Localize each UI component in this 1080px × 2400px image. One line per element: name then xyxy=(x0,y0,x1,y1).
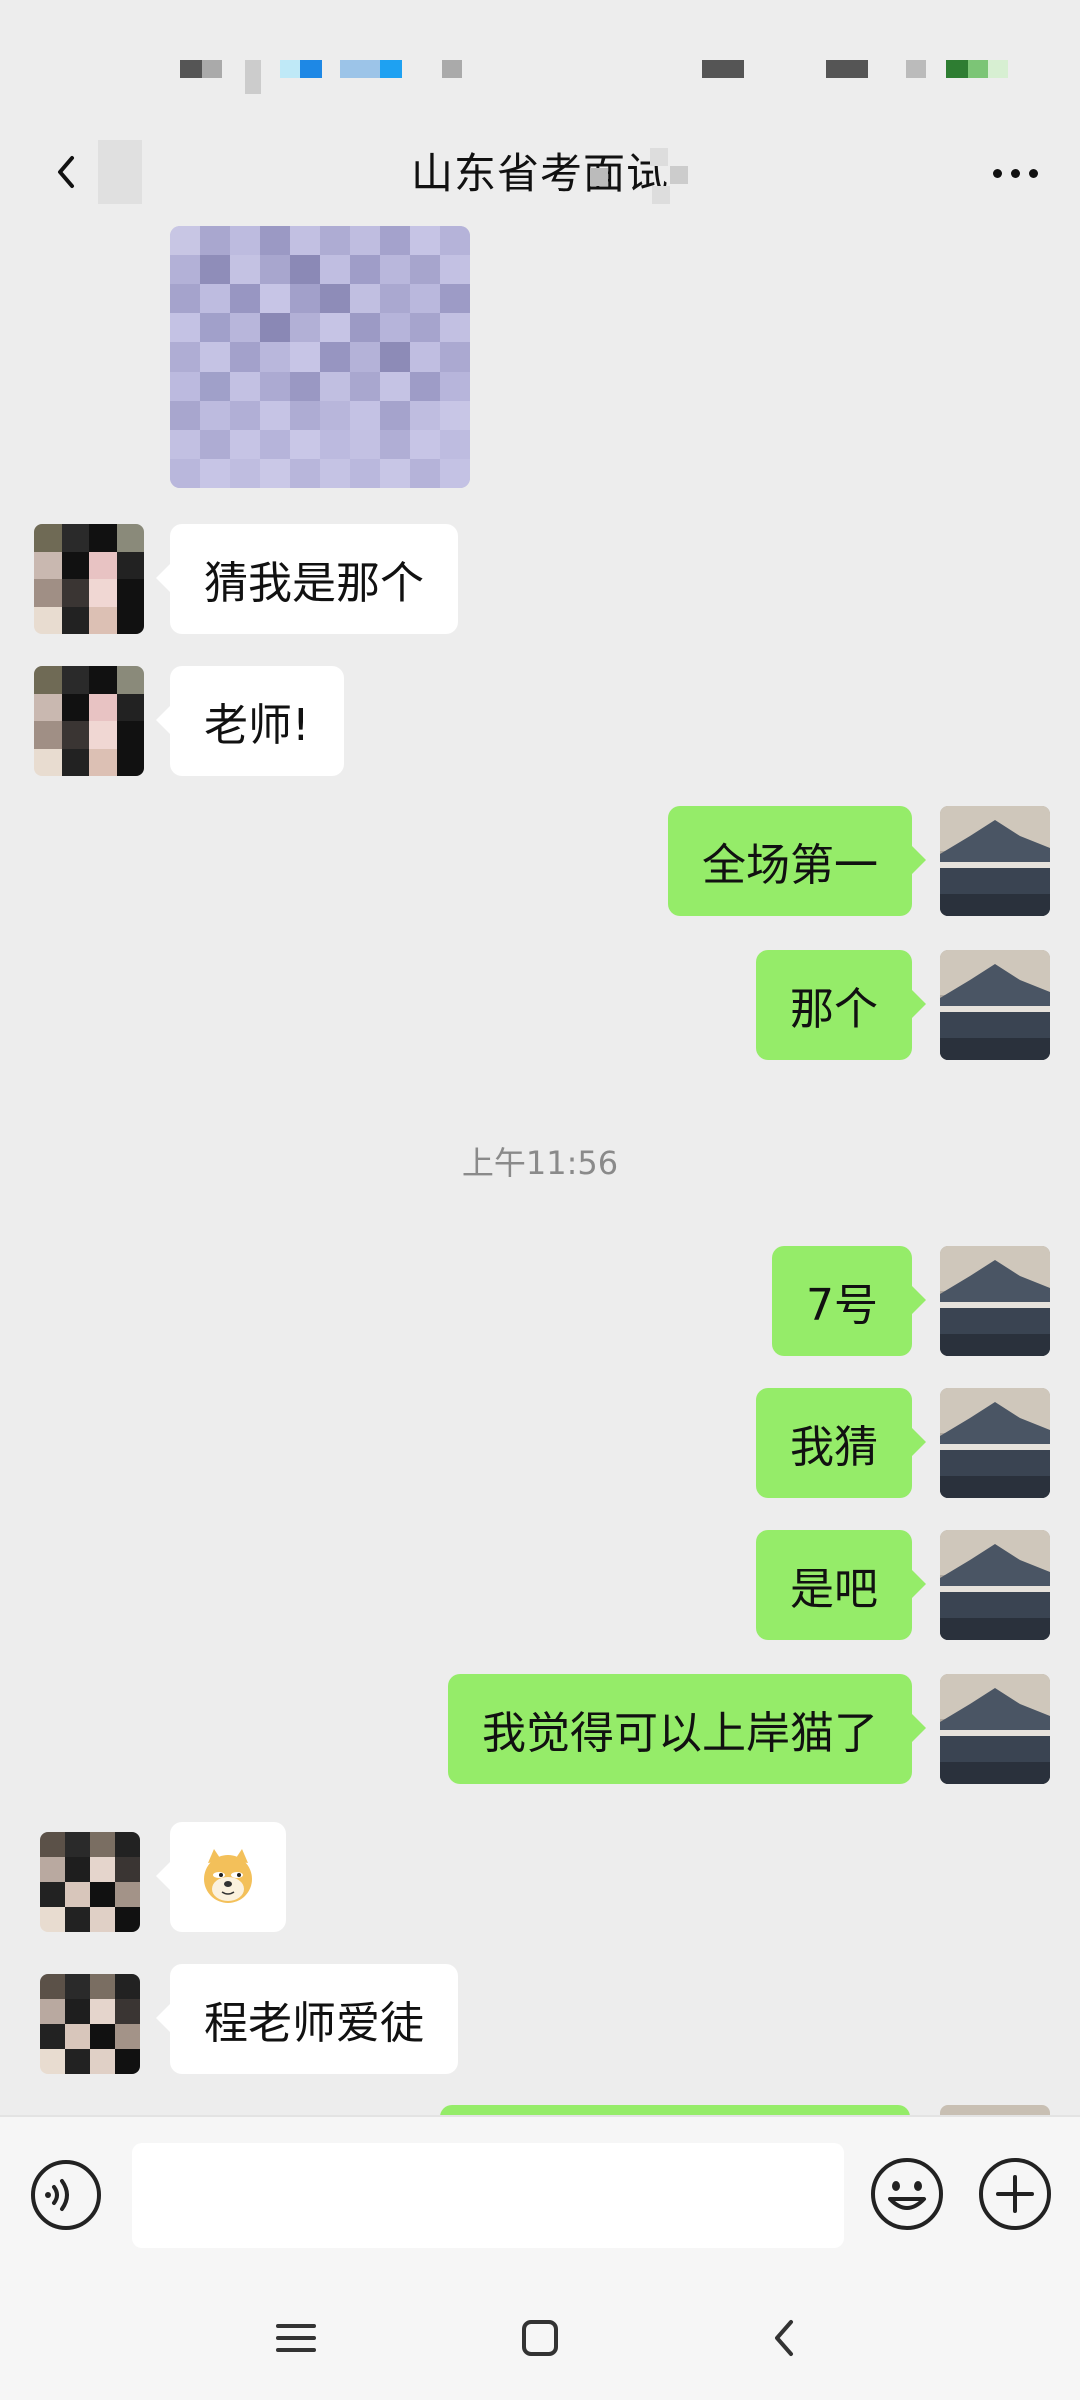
message-text: 7号 xyxy=(806,1280,878,1331)
message-bubble-incoming[interactable]: 猜我是那个 xyxy=(156,524,458,634)
pixelated-image xyxy=(170,226,470,488)
more-dots-icon xyxy=(992,168,1002,178)
mountain-avatar-image xyxy=(940,1530,1050,1640)
doge-emoji-icon xyxy=(204,1849,252,1903)
message-text: 我觉得可以上岸猫了 xyxy=(482,1708,878,1759)
message-bubble-outgoing[interactable]: 我觉得可以上岸猫了 xyxy=(448,1674,926,1784)
status-bar xyxy=(0,0,1080,120)
contact-avatar[interactable] xyxy=(34,524,144,634)
my-avatar[interactable] xyxy=(940,806,1050,916)
message-input[interactable] xyxy=(132,2143,844,2248)
emoji-button[interactable] xyxy=(868,2155,946,2233)
mountain-avatar-image xyxy=(940,950,1050,1060)
back-icon xyxy=(775,2320,793,2356)
menu-icon xyxy=(276,2324,316,2352)
mountain-avatar-image xyxy=(940,1388,1050,1498)
nav-back-button[interactable] xyxy=(754,2308,814,2368)
my-avatar[interactable] xyxy=(940,1530,1050,1640)
more-actions-button[interactable] xyxy=(976,2155,1054,2233)
message-bubble-incoming[interactable] xyxy=(156,1822,286,1932)
image-message[interactable] xyxy=(170,226,470,488)
message-bubble-incoming[interactable]: 程老师爱徒 xyxy=(156,1964,458,2074)
mountain-avatar-image xyxy=(940,1246,1050,1356)
message-timestamp: 上午11:56 xyxy=(461,1144,619,1182)
chat-input-bar xyxy=(0,2115,1080,2272)
message-text: 是吧 xyxy=(790,1564,878,1615)
my-avatar-partial xyxy=(940,2105,1050,2115)
blurred-region xyxy=(590,138,700,208)
my-avatar[interactable] xyxy=(940,1674,1050,1784)
message-text: 老师! xyxy=(204,700,310,751)
my-avatar[interactable] xyxy=(940,950,1050,1060)
plus-icon xyxy=(979,2158,1051,2230)
my-avatar[interactable] xyxy=(940,1388,1050,1498)
message-text: 程老师爱徒 xyxy=(204,1998,424,2049)
contact-avatar[interactable] xyxy=(40,1974,140,2074)
mountain-avatar-image xyxy=(940,806,1050,916)
mountain-avatar-image xyxy=(940,1674,1050,1784)
message-bubble-outgoing[interactable]: 那个 xyxy=(756,950,926,1060)
voice-icon xyxy=(31,2160,101,2230)
message-bubble-outgoing[interactable]: 7号 xyxy=(772,1246,926,1356)
contact-avatar[interactable] xyxy=(34,666,144,776)
my-avatar[interactable] xyxy=(940,1246,1050,1356)
message-list[interactable]: 猜我是那个 老师! 全场第一 那个 上午11:56 7号 我猜 是吧 我觉得可以… xyxy=(0,220,1080,2115)
nav-home-button[interactable] xyxy=(510,2308,570,2368)
home-icon xyxy=(522,2320,558,2356)
chat-title: 山东省考面试 xyxy=(410,149,669,198)
message-bubble-outgoing-partial[interactable] xyxy=(440,2105,910,2115)
message-text: 猜我是那个 xyxy=(204,558,424,609)
message-bubble-incoming[interactable]: 老师! xyxy=(156,666,344,776)
more-button[interactable] xyxy=(980,148,1050,198)
voice-button[interactable] xyxy=(28,2157,104,2233)
emoji-icon xyxy=(871,2158,943,2230)
message-bubble-outgoing[interactable]: 是吧 xyxy=(756,1530,926,1640)
message-text: 全场第一 xyxy=(702,840,878,891)
message-text: 我猜 xyxy=(790,1422,878,1473)
system-nav-bar xyxy=(0,2270,1080,2400)
chat-header: 山东省考面试 xyxy=(0,120,1080,220)
message-bubble-outgoing[interactable]: 全场第一 xyxy=(668,806,926,916)
contact-avatar[interactable] xyxy=(40,1832,140,1932)
nav-menu-button[interactable] xyxy=(266,2308,326,2368)
message-text: 那个 xyxy=(790,984,878,1035)
message-bubble-outgoing[interactable]: 我猜 xyxy=(756,1388,926,1498)
